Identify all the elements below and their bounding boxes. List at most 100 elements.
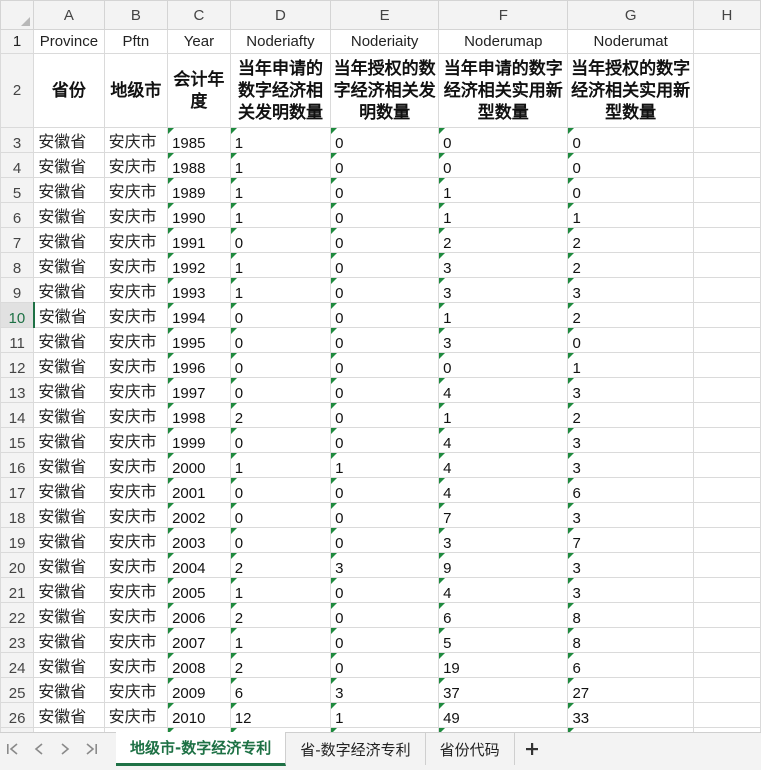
cell-noderumap[interactable]: 0 <box>438 352 569 378</box>
cell-year[interactable]: 2001 <box>167 477 231 503</box>
row-header[interactable]: 26 <box>0 702 35 728</box>
cell-noderiafty[interactable]: 1 <box>229 452 332 478</box>
cell-year[interactable]: 2008 <box>167 652 231 678</box>
cell-year[interactable]: 1995 <box>167 327 231 353</box>
cell-province[interactable]: 安徽省 <box>33 202 105 228</box>
cell-noderiaity[interactable]: 0 <box>330 527 440 553</box>
cell-noderumap[interactable]: 4 <box>438 377 569 403</box>
cell-noderiaity[interactable]: 0 <box>330 602 440 628</box>
cell-noderumap[interactable]: 3 <box>438 252 569 278</box>
cell-noderiaity[interactable]: 0 <box>330 202 440 228</box>
cell-province[interactable]: 安徽省 <box>33 377 105 403</box>
cell-year[interactable]: 1996 <box>167 352 231 378</box>
cell-noderumap[interactable]: 2 <box>438 227 569 253</box>
cell-f2[interactable]: 当年申请的数字经济相关实用新型数量 <box>438 53 569 128</box>
cell-province[interactable]: 安徽省 <box>33 652 105 678</box>
column-header-f[interactable]: F <box>438 0 569 30</box>
cell-noderumap[interactable]: 1 <box>438 302 569 328</box>
cell-province[interactable]: 安徽省 <box>33 327 105 353</box>
cell-noderumat[interactable]: 3 <box>567 502 694 528</box>
cell-noderumat[interactable]: 2 <box>567 302 694 328</box>
cell-noderumap[interactable]: 4 <box>438 477 569 503</box>
spreadsheet-grid[interactable]: A B C D E F G H 1 Province Pftn Year Nod… <box>0 0 761 732</box>
cell-year[interactable]: 1990 <box>167 202 231 228</box>
column-header-e[interactable]: E <box>330 0 440 30</box>
cell-noderiaity[interactable]: 0 <box>330 652 440 678</box>
row-header[interactable]: 10 <box>0 302 35 328</box>
cell-noderiafty[interactable]: 1 <box>229 627 332 653</box>
cell-noderumat[interactable]: 1 <box>567 352 694 378</box>
cell-noderiafty[interactable]: 2 <box>229 402 332 428</box>
cell-empty[interactable] <box>692 177 761 203</box>
cell-city[interactable]: 安庆市 <box>103 677 169 703</box>
cell-noderumat[interactable]: 8 <box>567 602 694 628</box>
cell-noderiafty[interactable]: 1 <box>229 177 332 203</box>
cell-province[interactable]: 安徽省 <box>33 702 105 728</box>
cell-province[interactable]: 安徽省 <box>33 402 105 428</box>
cell-empty[interactable] <box>692 127 761 153</box>
cell-noderumap[interactable]: 1 <box>438 402 569 428</box>
cell-province[interactable]: 安徽省 <box>33 252 105 278</box>
cell-province[interactable]: 安徽省 <box>33 227 105 253</box>
row-header[interactable]: 23 <box>0 627 35 653</box>
row-header[interactable]: 14 <box>0 402 35 428</box>
cell-noderiafty[interactable]: 0 <box>229 352 332 378</box>
column-header-g[interactable]: G <box>567 0 694 30</box>
cell-noderumat[interactable]: 0 <box>567 127 694 153</box>
add-sheet-icon[interactable] <box>515 733 549 765</box>
cell-empty[interactable] <box>692 427 761 453</box>
cell-city[interactable]: 安庆市 <box>103 502 169 528</box>
cell-city[interactable]: 安庆市 <box>103 252 169 278</box>
cell-province[interactable]: 安徽省 <box>33 177 105 203</box>
cell-g2[interactable]: 当年授权的数字经济相关实用新型数量 <box>567 53 694 128</box>
cell-noderiafty[interactable]: 0 <box>229 527 332 553</box>
cell-noderumat[interactable]: 6 <box>567 652 694 678</box>
cell-noderiafty[interactable]: 1 <box>229 277 332 303</box>
cell-noderiafty[interactable]: 6 <box>229 677 332 703</box>
cell-noderumat[interactable]: 3 <box>567 277 694 303</box>
cell-year[interactable]: 2009 <box>167 677 231 703</box>
cell-noderiaity[interactable]: 0 <box>330 352 440 378</box>
cell-c1[interactable]: Year <box>167 29 231 54</box>
cell-noderumap[interactable]: 4 <box>438 577 569 603</box>
cell-year[interactable]: 1993 <box>167 277 231 303</box>
row-header[interactable]: 2 <box>0 53 35 128</box>
cell-noderiaity[interactable]: 0 <box>330 277 440 303</box>
cell-noderumap[interactable]: 1 <box>438 202 569 228</box>
cell-city[interactable]: 安庆市 <box>103 352 169 378</box>
row-header[interactable]: 4 <box>0 152 35 178</box>
cell-province[interactable]: 安徽省 <box>33 277 105 303</box>
cell-noderiafty[interactable]: 1 <box>229 127 332 153</box>
row-header[interactable]: 16 <box>0 452 35 478</box>
row-header[interactable]: 19 <box>0 527 35 553</box>
cell-noderumat[interactable]: 2 <box>567 252 694 278</box>
cell-g1[interactable]: Noderumat <box>567 29 694 54</box>
cell-noderumat[interactable]: 1 <box>567 202 694 228</box>
nav-next-icon[interactable] <box>52 733 78 765</box>
cell-noderumap[interactable]: 3 <box>438 327 569 353</box>
cell-d2[interactable]: 当年申请的数字经济相关发明数量 <box>229 53 332 128</box>
cell-e2[interactable]: 当年授权的数字经济相关发明数量 <box>330 53 440 128</box>
cell-noderiaity[interactable]: 1 <box>330 452 440 478</box>
cell-year[interactable]: 1988 <box>167 152 231 178</box>
row-header[interactable]: 17 <box>0 477 35 503</box>
cell-noderiaity[interactable]: 0 <box>330 402 440 428</box>
cell-empty[interactable] <box>692 152 761 178</box>
cell-noderiaity[interactable]: 0 <box>330 327 440 353</box>
cell-province[interactable]: 安徽省 <box>33 127 105 153</box>
cell-noderumat[interactable]: 3 <box>567 452 694 478</box>
nav-first-icon[interactable] <box>0 733 26 765</box>
cell-year[interactable]: 2010 <box>167 702 231 728</box>
cell-noderumap[interactable]: 49 <box>438 702 569 728</box>
cell-year[interactable]: 2000 <box>167 452 231 478</box>
cell-noderumat[interactable]: 3 <box>567 577 694 603</box>
cell-noderumat[interactable]: 3 <box>567 552 694 578</box>
cell-province[interactable]: 安徽省 <box>33 627 105 653</box>
cell-empty[interactable] <box>692 702 761 728</box>
cell-noderiaity[interactable]: 0 <box>330 127 440 153</box>
cell-noderiafty[interactable]: 0 <box>229 377 332 403</box>
cell-empty[interactable] <box>692 677 761 703</box>
cell-noderiaity[interactable]: 0 <box>330 477 440 503</box>
cell-noderumat[interactable]: 3 <box>567 377 694 403</box>
cell-noderumap[interactable]: 3 <box>438 527 569 553</box>
